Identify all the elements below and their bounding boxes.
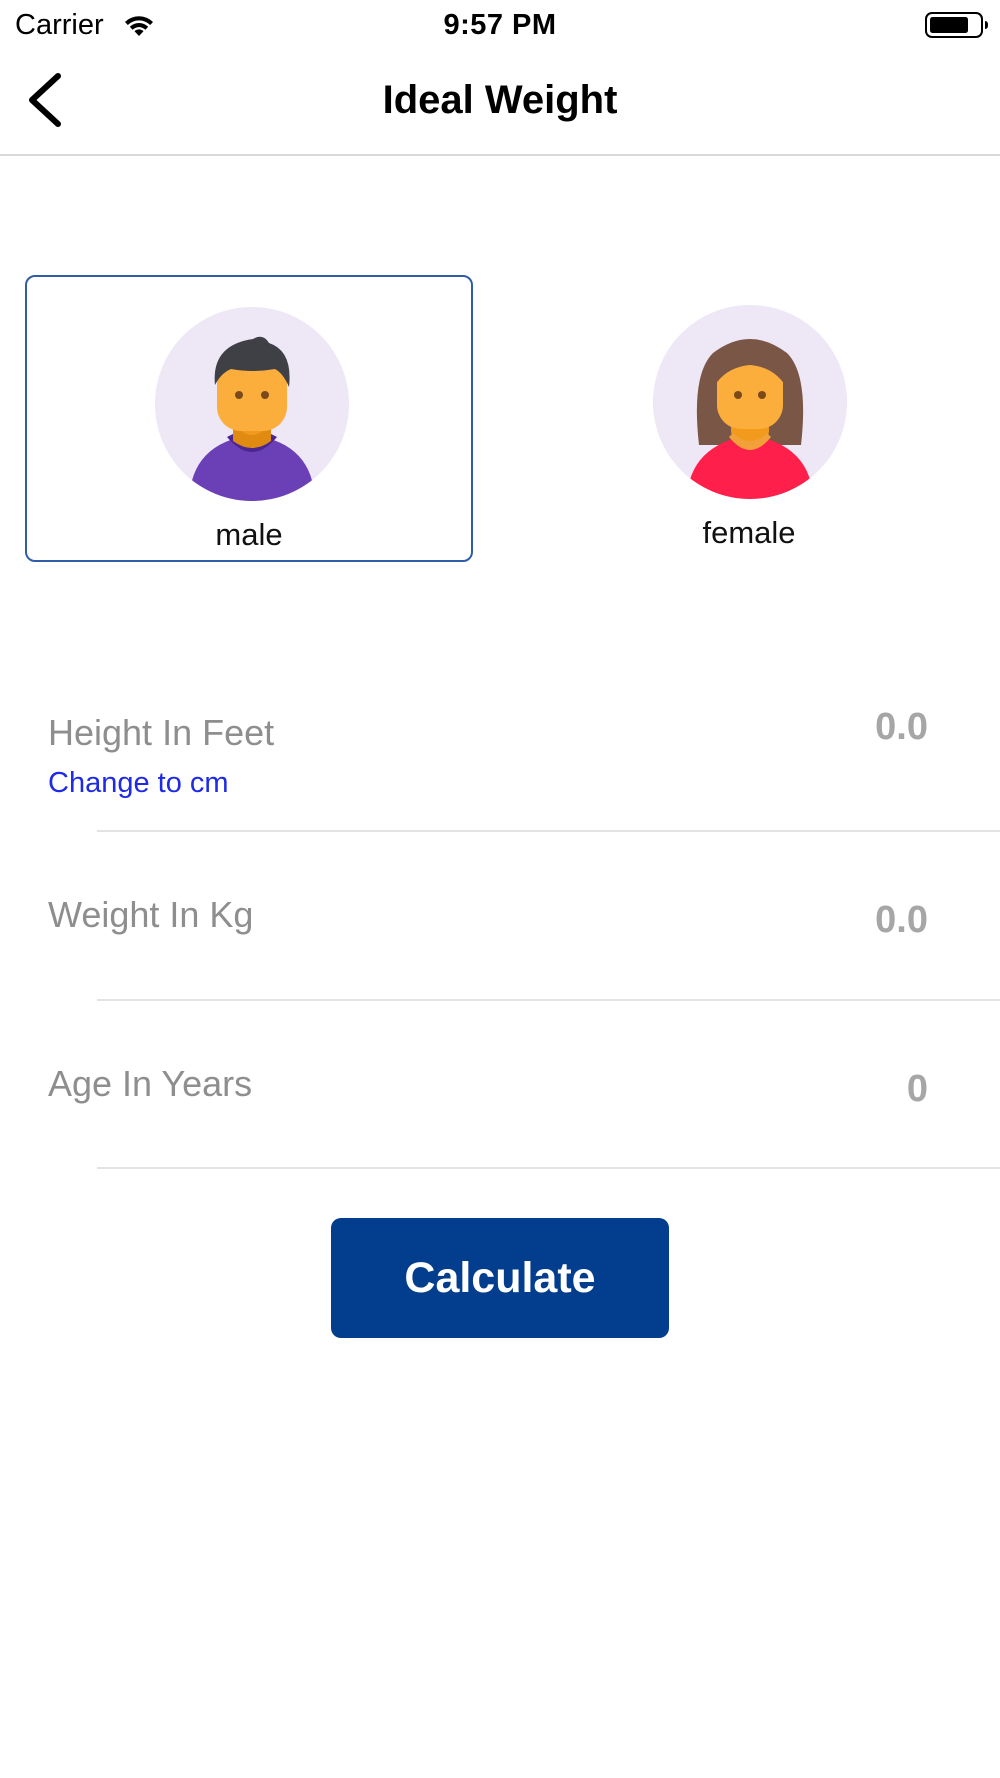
battery-icon bbox=[925, 12, 988, 38]
weight-input[interactable]: 0.0 bbox=[875, 899, 928, 942]
status-bar: Carrier 9:57 PM bbox=[0, 0, 1000, 50]
divider bbox=[97, 830, 1000, 832]
weight-label: Weight In Kg bbox=[48, 894, 254, 935]
divider bbox=[97, 1167, 1000, 1169]
calculate-button[interactable]: Calculate bbox=[331, 1218, 669, 1338]
navigation-bar: Ideal Weight bbox=[0, 50, 1000, 156]
age-input[interactable]: 0 bbox=[907, 1068, 928, 1111]
height-label: Height In Feet bbox=[48, 712, 275, 753]
gender-option-female[interactable]: female bbox=[525, 275, 973, 562]
female-avatar-icon bbox=[653, 305, 847, 499]
gender-label-male: male bbox=[215, 517, 283, 552]
status-time: 9:57 PM bbox=[443, 9, 557, 41]
age-label: Age In Years bbox=[48, 1063, 253, 1104]
change-unit-link[interactable]: Change to cm bbox=[48, 767, 229, 800]
male-avatar-icon bbox=[155, 307, 349, 501]
page-title: Ideal Weight bbox=[382, 78, 618, 122]
gender-label-female: female bbox=[702, 515, 796, 550]
divider bbox=[97, 999, 1000, 1001]
gender-option-male[interactable]: male bbox=[25, 275, 473, 562]
height-input[interactable]: 0.0 bbox=[875, 706, 928, 749]
